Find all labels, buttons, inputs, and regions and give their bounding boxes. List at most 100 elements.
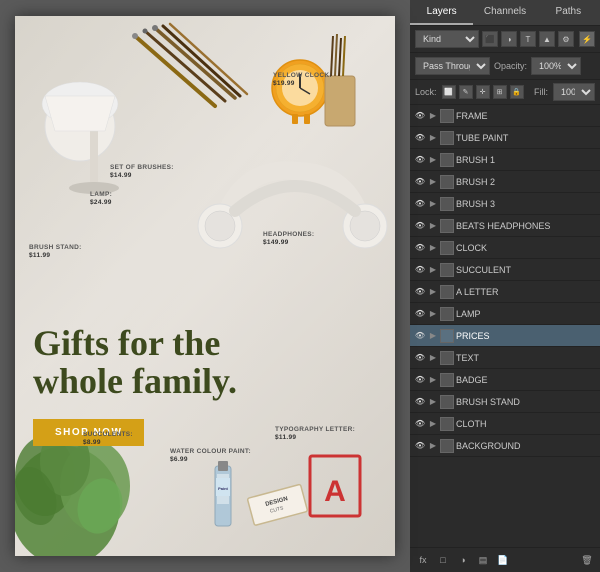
canvas-area: Paint A DESIGN CUTS Gifts for the whole …: [0, 0, 410, 572]
filter-smart-btn[interactable]: ⚙: [558, 31, 574, 47]
opacity-select[interactable]: 100%: [531, 57, 581, 75]
layer-expand-arrow[interactable]: ▶: [428, 419, 438, 429]
layer-visibility-toggle[interactable]: 👁: [414, 330, 426, 342]
layer-expand-arrow[interactable]: ▶: [428, 441, 438, 451]
adj-layer-button[interactable]: ◑: [455, 552, 471, 568]
filter-adj-btn[interactable]: ◑: [501, 31, 517, 47]
lock-image-btn[interactable]: ✎: [459, 85, 473, 99]
layer-expand-arrow[interactable]: ▶: [428, 243, 438, 253]
new-layer-button[interactable]: 📄: [495, 552, 511, 568]
layer-visibility-toggle[interactable]: 👁: [414, 396, 426, 408]
layer-name-label: BRUSH 2: [456, 177, 596, 187]
layer-expand-arrow[interactable]: ▶: [428, 133, 438, 143]
layer-thumbnail: [440, 197, 454, 211]
headline-line2: whole family.: [33, 361, 237, 401]
lock-transparent-btn[interactable]: ⬜: [442, 85, 456, 99]
fill-select[interactable]: 100%: [553, 83, 595, 101]
layer-item[interactable]: 👁▶ SUCCULENT: [410, 259, 600, 281]
layer-name-label: SUCCULENT: [456, 265, 596, 275]
layer-visibility-toggle[interactable]: 👁: [414, 374, 426, 386]
tab-paths[interactable]: Paths: [537, 0, 600, 25]
layer-name-label: TEXT: [456, 353, 596, 363]
fx-button[interactable]: fx: [415, 552, 431, 568]
layer-thumbnail: [440, 439, 454, 453]
svg-text:Paint: Paint: [218, 486, 228, 491]
brush-stand-label: BRUSH STAND:$11.99: [29, 244, 82, 261]
filter-type-btn[interactable]: T: [520, 31, 536, 47]
design-canvas: Paint A DESIGN CUTS Gifts for the whole …: [15, 16, 395, 556]
layer-item[interactable]: 👁▶CLOCK: [410, 237, 600, 259]
layer-item[interactable]: 👁▶CLOTH: [410, 413, 600, 435]
layer-name-label: TUBE PAINT: [456, 133, 596, 143]
layer-visibility-toggle[interactable]: 👁: [414, 352, 426, 364]
layer-visibility-toggle[interactable]: 👁: [414, 154, 426, 166]
layer-expand-arrow[interactable]: ▶: [428, 287, 438, 297]
add-mask-button[interactable]: □: [435, 552, 451, 568]
typography-letter-label: TYPOGRAPHY LETTER:$11.99: [275, 426, 355, 443]
layer-expand-arrow[interactable]: ▶: [428, 199, 438, 209]
layer-visibility-toggle[interactable]: 👁: [414, 132, 426, 144]
layer-expand-arrow[interactable]: ▶: [428, 155, 438, 165]
layer-expand-arrow[interactable]: ▶: [428, 397, 438, 407]
layer-name-label: LAMP: [456, 309, 596, 319]
layer-visibility-toggle[interactable]: 👁: [414, 176, 426, 188]
tab-layers[interactable]: Layers: [410, 0, 473, 25]
layer-visibility-toggle[interactable]: 👁: [414, 286, 426, 298]
layer-item[interactable]: 👁▶BRUSH STAND: [410, 391, 600, 413]
layer-item[interactable]: 👁▶BACKGROUND: [410, 435, 600, 457]
blend-mode-select[interactable]: Pass Through: [415, 57, 490, 75]
delete-layer-button[interactable]: 🗑: [579, 552, 595, 568]
layer-expand-arrow[interactable]: ▶: [428, 265, 438, 275]
layer-expand-arrow[interactable]: ▶: [428, 111, 438, 121]
layer-thumbnail: [440, 417, 454, 431]
layer-item[interactable]: 👁▶ TEXT: [410, 347, 600, 369]
layer-visibility-toggle[interactable]: 👁: [414, 264, 426, 276]
filter-pixel-btn[interactable]: ⬛: [482, 31, 498, 47]
layer-visibility-toggle[interactable]: 👁: [414, 220, 426, 232]
layer-item[interactable]: 👁▶BADGE: [410, 369, 600, 391]
layer-visibility-toggle[interactable]: 👁: [414, 242, 426, 254]
filter-toggle-btn[interactable]: ⚡: [579, 31, 595, 47]
layer-expand-arrow[interactable]: ▶: [428, 331, 438, 341]
watercolour-label: WATER COLOUR PAINT:$6.99: [170, 448, 251, 465]
layer-visibility-toggle[interactable]: 👁: [414, 198, 426, 210]
layer-item[interactable]: 👁▶ TUBE PAINT: [410, 127, 600, 149]
lock-position-btn[interactable]: ✛: [476, 85, 490, 99]
tab-channels[interactable]: Channels: [473, 0, 536, 25]
layer-thumbnail: [440, 241, 454, 255]
layer-item[interactable]: 👁▶ BRUSH 2: [410, 171, 600, 193]
group-button[interactable]: ▤: [475, 552, 491, 568]
layer-item[interactable]: 👁▶BRUSH 3: [410, 193, 600, 215]
kind-select[interactable]: Kind: [415, 30, 479, 48]
layer-item[interactable]: 👁▶PRICES: [410, 325, 600, 347]
layer-visibility-toggle[interactable]: 👁: [414, 308, 426, 320]
layer-thumbnail: [440, 329, 454, 343]
layer-name-label: BRUSH 1: [456, 155, 596, 165]
layer-thumbnail: [440, 175, 454, 189]
design-objects-svg: Paint A DESIGN CUTS: [15, 16, 395, 556]
layer-thumbnail: [440, 109, 454, 123]
layer-visibility-toggle[interactable]: 👁: [414, 110, 426, 122]
layer-expand-arrow[interactable]: ▶: [428, 309, 438, 319]
layer-expand-arrow[interactable]: ▶: [428, 177, 438, 187]
layer-name-label: A LETTER: [456, 287, 596, 297]
layer-expand-arrow[interactable]: ▶: [428, 221, 438, 231]
layer-name-label: FRAME: [456, 111, 596, 121]
layer-item[interactable]: 👁▶BEATS HEADPHONES: [410, 215, 600, 237]
layer-expand-arrow[interactable]: ▶: [428, 353, 438, 363]
layer-thumbnail: [440, 219, 454, 233]
layer-item[interactable]: 👁▶ A LETTER: [410, 281, 600, 303]
svg-text:A: A: [324, 475, 346, 508]
opacity-label: Opacity:: [494, 61, 527, 71]
layer-visibility-toggle[interactable]: 👁: [414, 418, 426, 430]
lock-all-btn[interactable]: 🔒: [510, 85, 524, 99]
layer-item[interactable]: 👁▶ BRUSH 1: [410, 149, 600, 171]
headphones-label: HEADPHONES:$149.99: [263, 231, 314, 248]
layer-visibility-toggle[interactable]: 👁: [414, 440, 426, 452]
layer-thumbnail: [440, 153, 454, 167]
layer-expand-arrow[interactable]: ▶: [428, 375, 438, 385]
filter-shape-btn[interactable]: ▲: [539, 31, 555, 47]
lock-artboard-btn[interactable]: ⊞: [493, 85, 507, 99]
layer-item[interactable]: 👁▶ LAMP: [410, 303, 600, 325]
layer-item[interactable]: 👁▶ FRAME: [410, 105, 600, 127]
